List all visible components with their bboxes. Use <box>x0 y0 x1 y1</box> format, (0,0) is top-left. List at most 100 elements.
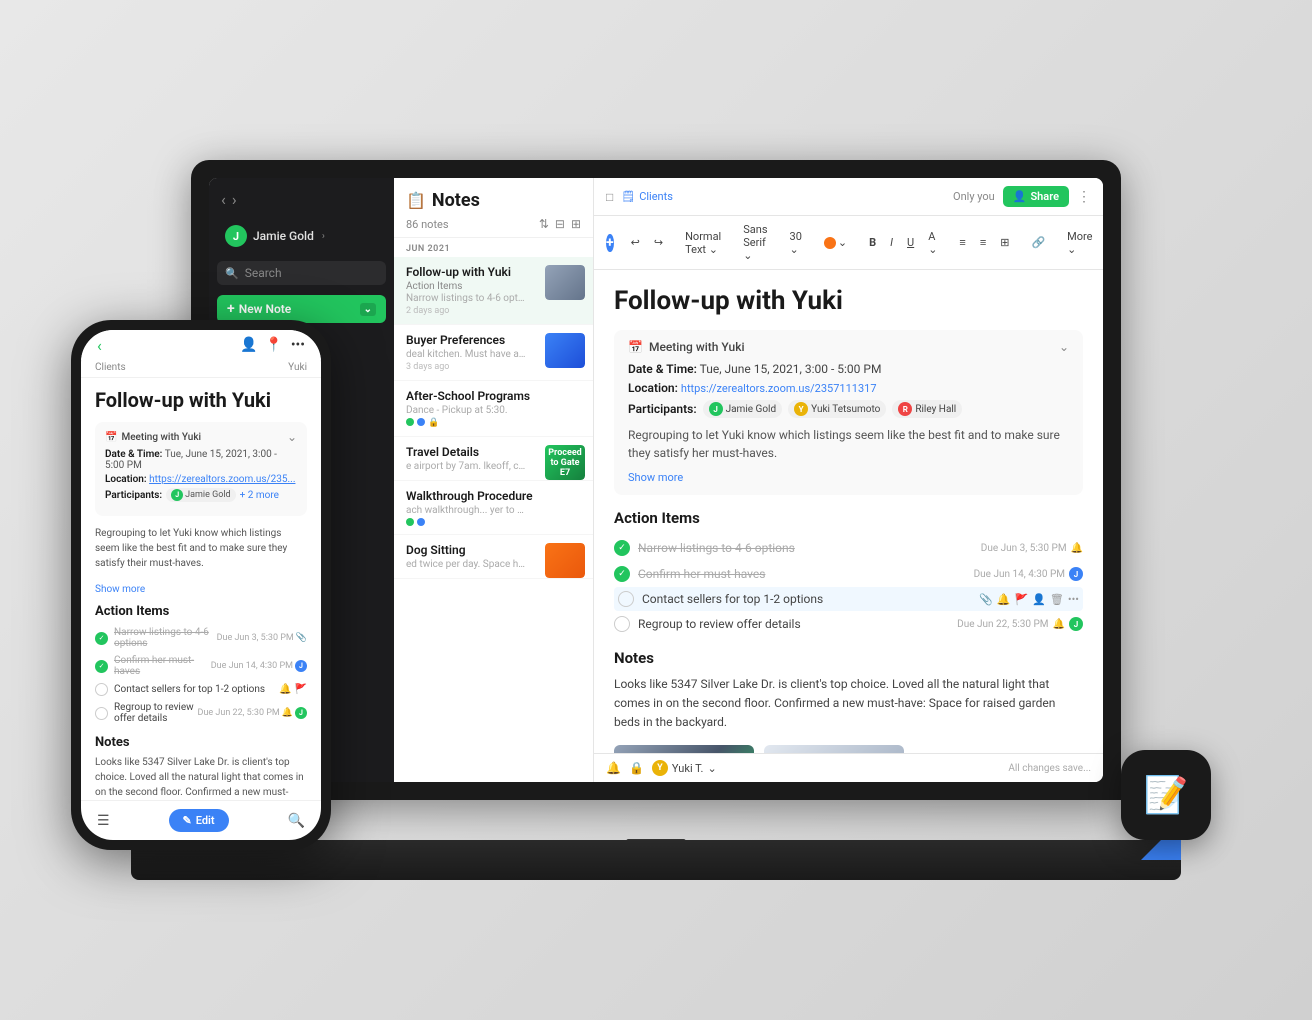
note-item-1[interactable]: Follow-up with Yuki Action Items Narrow … <box>394 257 593 325</box>
note-main-title: Follow-up with Yuki <box>614 286 1083 316</box>
participant-name-riley: Riley Hall <box>915 404 956 415</box>
check-icon-3[interactable] <box>618 591 634 607</box>
footer-bell-icon[interactable]: 🔔 <box>606 761 621 775</box>
phone-check-1[interactable]: ✓ <box>95 632 108 645</box>
action-trash-icon[interactable]: 🗑 <box>1050 593 1064 606</box>
link-button[interactable]: 🔗 <box>1026 234 1050 251</box>
note-item-4[interactable]: Travel Details e airport by 7am. lkeoff,… <box>394 437 593 481</box>
phone-more-icon[interactable]: ••• <box>291 337 305 353</box>
search-icon: 🔍 <box>225 267 239 280</box>
meeting-expand-button[interactable]: ⌄ <box>1059 340 1069 354</box>
more-formatting-button[interactable]: More ⌄ <box>1062 228 1097 258</box>
nav-forward-arrow[interactable]: › <box>232 190 237 209</box>
format-toolbar: + ↩ ↪ Normal Text ⌄ Sans Serif ⌄ 30 ⌄ ⌄ <box>594 216 1103 270</box>
share-button[interactable]: 👤 Share <box>1003 186 1069 207</box>
bullet-list-button[interactable]: ≡ <box>954 234 970 251</box>
toolbar-clients-link[interactable]: 🗒 Clients <box>621 190 673 203</box>
action-text-3: Contact sellers for top 1-2 options <box>642 592 979 606</box>
sidebar-user[interactable]: J Jamie Gold › <box>217 219 386 253</box>
action-bell-icon-3[interactable]: 🔔 <box>997 593 1011 606</box>
phone-avatar-j: J <box>171 489 183 501</box>
more-options-button[interactable]: ⋮ <box>1077 189 1091 205</box>
clients-label: Clients <box>639 190 673 203</box>
notes-section-title: Notes <box>614 649 1083 667</box>
note-item-thumb-4: Proceed to Gate E7 <box>545 445 585 480</box>
font-size-dropdown[interactable]: 30 ⌄ <box>785 228 807 258</box>
phone-location-icon[interactable]: 📍 <box>265 337 282 353</box>
underline-button[interactable]: U <box>902 234 919 251</box>
badge-lock-3: 🔒 <box>428 418 439 428</box>
new-note-label: New Note <box>239 302 292 316</box>
bold-button[interactable]: B <box>864 234 881 251</box>
notes-filter-button[interactable]: ⊟ <box>555 217 565 231</box>
action-item-2: ✓ Confirm her must-haves Due Jun 14, 4:3… <box>614 561 1083 587</box>
action-person-icon[interactable]: 👤 <box>1032 593 1046 606</box>
notes-sort-button[interactable]: ⇅ <box>539 217 549 231</box>
footer-saved-status: All changes save... <box>1008 763 1091 774</box>
app-window: ‹ › J Jamie Gold › 🔍 Search + <box>209 178 1103 782</box>
action-bell-icon-1: 🔔 <box>1071 543 1083 554</box>
new-note-chevron-icon[interactable]: ⌄ <box>360 303 376 316</box>
phone-check-2[interactable]: ✓ <box>95 660 108 673</box>
notes-list-header: 📋 Notes 86 notes ⇅ ⊟ ⊞ <box>394 178 593 238</box>
action-paperclip-icon[interactable]: 📎 <box>979 593 993 606</box>
phone-action-icons-3: 🔔 🚩 <box>279 684 307 695</box>
phone-action-text-2: Confirm her must-haves <box>114 655 211 677</box>
new-note-button[interactable]: + New Note ⌄ <box>217 295 386 323</box>
footer-user[interactable]: Y Yuki T. ⌄ <box>652 760 717 776</box>
phone-edit-button[interactable]: ✎ Edit <box>169 809 229 832</box>
check-icon-2[interactable]: ✓ <box>614 566 630 582</box>
badge-blue-3 <box>417 418 425 426</box>
note-item-5[interactable]: Walkthrough Procedure ach walkthrough...… <box>394 481 593 535</box>
undo-button[interactable]: ↩ <box>626 234 645 251</box>
notes-view-button[interactable]: ⊞ <box>571 217 581 231</box>
redo-button[interactable]: ↪ <box>649 234 668 251</box>
check-icon-4[interactable] <box>614 616 630 632</box>
notes-icon: 📋 <box>406 191 426 210</box>
note-item-3[interactable]: After-School Programs Dance - Pickup at … <box>394 381 593 437</box>
phone-check-3[interactable] <box>95 683 108 696</box>
note-item-thumb-1 <box>545 265 585 300</box>
numbered-list-button[interactable]: ≡ <box>975 234 991 251</box>
note-thumb-img-4: Proceed to Gate E7 <box>545 445 585 480</box>
phone-action-item-1: ✓ Narrow listings to 4-6 options Due Jun… <box>95 624 307 652</box>
phone-back-button[interactable]: ‹ <box>97 336 102 355</box>
text-style-dropdown[interactable]: Normal Text ⌄ <box>680 228 726 258</box>
action-more-icon[interactable]: ••• <box>1068 593 1079 606</box>
nav-back-arrow[interactable]: ‹ <box>221 190 226 209</box>
add-content-button[interactable]: + <box>606 234 614 252</box>
phone-paperclip-icon: 📎 <box>296 633 307 643</box>
new-note-left: + New Note <box>227 301 291 317</box>
font-dropdown[interactable]: Sans Serif ⌄ <box>738 221 772 264</box>
phone-show-more[interactable]: Show more <box>95 584 145 595</box>
note-item-preview-2: deal kitchen. Must have an countertop th… <box>406 349 526 360</box>
show-more-link[interactable]: Show more <box>628 471 683 484</box>
note-item-title-3: After-School Programs <box>406 389 581 403</box>
highlight-button[interactable]: A ⌄ <box>923 228 942 258</box>
color-picker-button[interactable]: ⌄ <box>819 234 852 251</box>
phone-expand-icon[interactable]: ⌄ <box>287 430 297 444</box>
notes-section-content: Looks like 5347 Silver Lake Dr. is clien… <box>614 675 1083 733</box>
note-item-6[interactable]: Dog Sitting ed twice per day. Space hour… <box>394 535 593 579</box>
phone-check-4[interactable] <box>95 707 108 720</box>
phone-meeting-link[interactable]: https://zerealtors.zoom.us/235... <box>149 474 295 485</box>
meeting-description: Regrouping to let Yuki know which listin… <box>628 426 1069 462</box>
avatar-y: Y <box>794 402 808 416</box>
indent-button[interactable]: ⊞ <box>995 234 1014 251</box>
meeting-location-link[interactable]: https://zerealtors.zoom.us/2357111317 <box>681 382 877 395</box>
phone-menu-icon[interactable]: ☰ <box>97 813 110 829</box>
action-flag-icon[interactable]: 🚩 <box>1014 593 1028 606</box>
action-meta-4: Due Jun 22, 5:30 PM 🔔 J <box>957 617 1083 631</box>
phone-contact-icon[interactable]: 👤 <box>240 337 257 353</box>
italic-button[interactable]: I <box>885 234 898 251</box>
footer-lock-icon[interactable]: 🔒 <box>629 761 644 775</box>
phone-search-icon[interactable]: 🔍 <box>288 813 305 829</box>
toolbar-right: Only you 👤 Share ⋮ <box>953 186 1091 207</box>
phone-action-items-title: Action Items <box>95 604 307 619</box>
participants-row: Participants: J Jamie Gold Y Yuki Tetsum… <box>628 400 1069 418</box>
phone-more-participants[interactable]: + 2 more <box>240 490 279 501</box>
sidebar-search[interactable]: 🔍 Search <box>217 261 386 285</box>
app-logo-badge: 📝 <box>1121 750 1211 840</box>
check-icon-1[interactable]: ✓ <box>614 540 630 556</box>
note-item-2[interactable]: Buyer Preferences deal kitchen. Must hav… <box>394 325 593 381</box>
